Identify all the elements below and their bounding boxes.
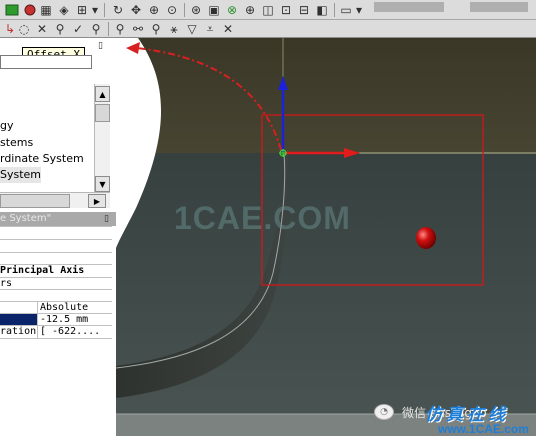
display-icon[interactable]: ⊟ <box>296 2 312 18</box>
viewport-scene <box>116 38 536 436</box>
details-value-cell[interactable]: -12.5 mm <box>40 314 88 326</box>
tree-vertical-scrollbar[interactable]: ▲ ▼ <box>94 84 110 192</box>
chevron-down-icon[interactable]: ▾ <box>90 2 100 18</box>
tree-icon[interactable]: ⊞ <box>74 2 90 18</box>
pan-icon[interactable]: ✥ <box>128 2 144 18</box>
vertex-icon[interactable]: ✓ <box>70 21 86 37</box>
rotate-icon[interactable]: ↻ <box>110 2 126 18</box>
faded-toolbar-text <box>374 2 444 12</box>
zoom-fit-icon[interactable]: ⊛ <box>188 2 204 18</box>
details-value-cell[interactable]: Absolute <box>40 302 88 314</box>
brand-site-text: www.1CAE.com <box>438 422 529 436</box>
zoom-box-icon[interactable]: ▣ <box>206 2 222 18</box>
select-edge-icon[interactable]: ⚯ <box>130 21 146 37</box>
close-x-icon[interactable]: ✕ <box>220 21 236 37</box>
scrollbar-thumb[interactable] <box>95 104 110 122</box>
grid-line <box>0 239 112 240</box>
tree-item-coordinate-system[interactable]: System <box>0 167 42 183</box>
grid-line <box>0 338 112 339</box>
watermark-text: 1CAE.COM <box>174 200 351 236</box>
edge-icon[interactable]: ✕ <box>34 21 50 37</box>
previous-view-icon[interactable]: ◫ <box>260 2 276 18</box>
main-toolbar: ▦ ◈ ⊞ ▾ ↻ ✥ ⊕ ⊙ ⊛ ▣ ⊗ ⊕ ◫ ⊡ ⊟ ◧ ▭ ▾ <box>0 0 536 20</box>
select-face-icon[interactable]: ⚲ <box>148 21 164 37</box>
filter-icon[interactable]: ⚹ <box>166 21 182 37</box>
selection-toolbar: ↳ ◌ ✕ ⚲ ✓ ⚲ ⚲ ⚯ ⚲ ⚹ ▽ ⩡ ✕ <box>0 20 536 38</box>
pin-icon[interactable]: ▯ <box>104 212 109 226</box>
zoom-in-icon[interactable]: ⊙ <box>164 2 180 18</box>
outline-tree: gy stems rdinate System System <box>0 84 94 188</box>
tree-item-global-coordinate-system[interactable]: rdinate System <box>0 151 84 167</box>
grid-line <box>0 289 112 290</box>
tree-item-geometry[interactable]: gy <box>0 118 14 134</box>
list-icon[interactable]: ▦ <box>38 2 54 18</box>
red-green-icon[interactable] <box>22 2 38 18</box>
toolbar-separator <box>184 3 185 17</box>
magnify-icon[interactable]: ⊕ <box>242 2 258 18</box>
face-icon[interactable]: ⚲ <box>52 21 68 37</box>
select-point-icon[interactable]: ⚲ <box>112 21 128 37</box>
selected-row-highlight[interactable] <box>0 314 37 325</box>
details-row-label: Principal Axis <box>0 265 85 276</box>
grid-line <box>0 252 112 253</box>
tree-horizontal-scrollbar[interactable]: ▶ <box>0 192 110 208</box>
details-row-label: ration <box>0 326 37 337</box>
view-icon[interactable]: ◧ <box>314 2 330 18</box>
input-field[interactable] <box>0 55 92 69</box>
chevron-down-icon[interactable]: ▾ <box>354 2 364 18</box>
grid-line <box>0 277 112 278</box>
tree-item-coordinate-systems[interactable]: stems <box>0 135 33 151</box>
wechat-label-text: 微信 <box>402 406 427 420</box>
toolbar-separator <box>108 22 109 36</box>
column-divider <box>37 301 38 338</box>
scrollbar-thumb[interactable] <box>0 194 70 208</box>
graphics-viewport[interactable]: 1CAE.COM ◔ 微信 ansysgoo 仿真在线 www.1CAE.com <box>116 38 536 436</box>
next-view-icon[interactable]: ⊡ <box>278 2 294 18</box>
body-icon[interactable]: ⚲ <box>88 21 104 37</box>
zoom-extents-icon[interactable]: ⊗ <box>224 2 240 18</box>
pin-icon[interactable]: ▯ <box>98 41 103 51</box>
filter-down-icon[interactable]: ⩡ <box>202 21 218 37</box>
scroll-down-arrow-icon[interactable]: ▼ <box>95 176 110 192</box>
scroll-right-arrow-icon[interactable]: ▶ <box>88 194 106 208</box>
wechat-icon: ◔ <box>374 404 394 420</box>
faded-toolbar-text <box>470 2 528 12</box>
grid-line <box>0 226 112 227</box>
point-icon[interactable]: ◌ <box>16 21 32 37</box>
green-icon[interactable] <box>4 2 20 18</box>
filter-funnel-icon[interactable]: ▽ <box>184 21 200 37</box>
details-row-label: rs <box>0 278 13 289</box>
toolbar-separator <box>334 3 335 17</box>
toolbar-separator <box>104 3 105 17</box>
cube-icon[interactable]: ◈ <box>56 2 72 18</box>
zoom-icon[interactable]: ⊕ <box>146 2 162 18</box>
details-value-cell[interactable]: [ -622.... <box>40 326 100 338</box>
details-panel-title: e System" <box>0 212 116 226</box>
scroll-up-arrow-icon[interactable]: ▲ <box>95 86 110 102</box>
window-icon[interactable]: ▭ <box>338 2 354 18</box>
